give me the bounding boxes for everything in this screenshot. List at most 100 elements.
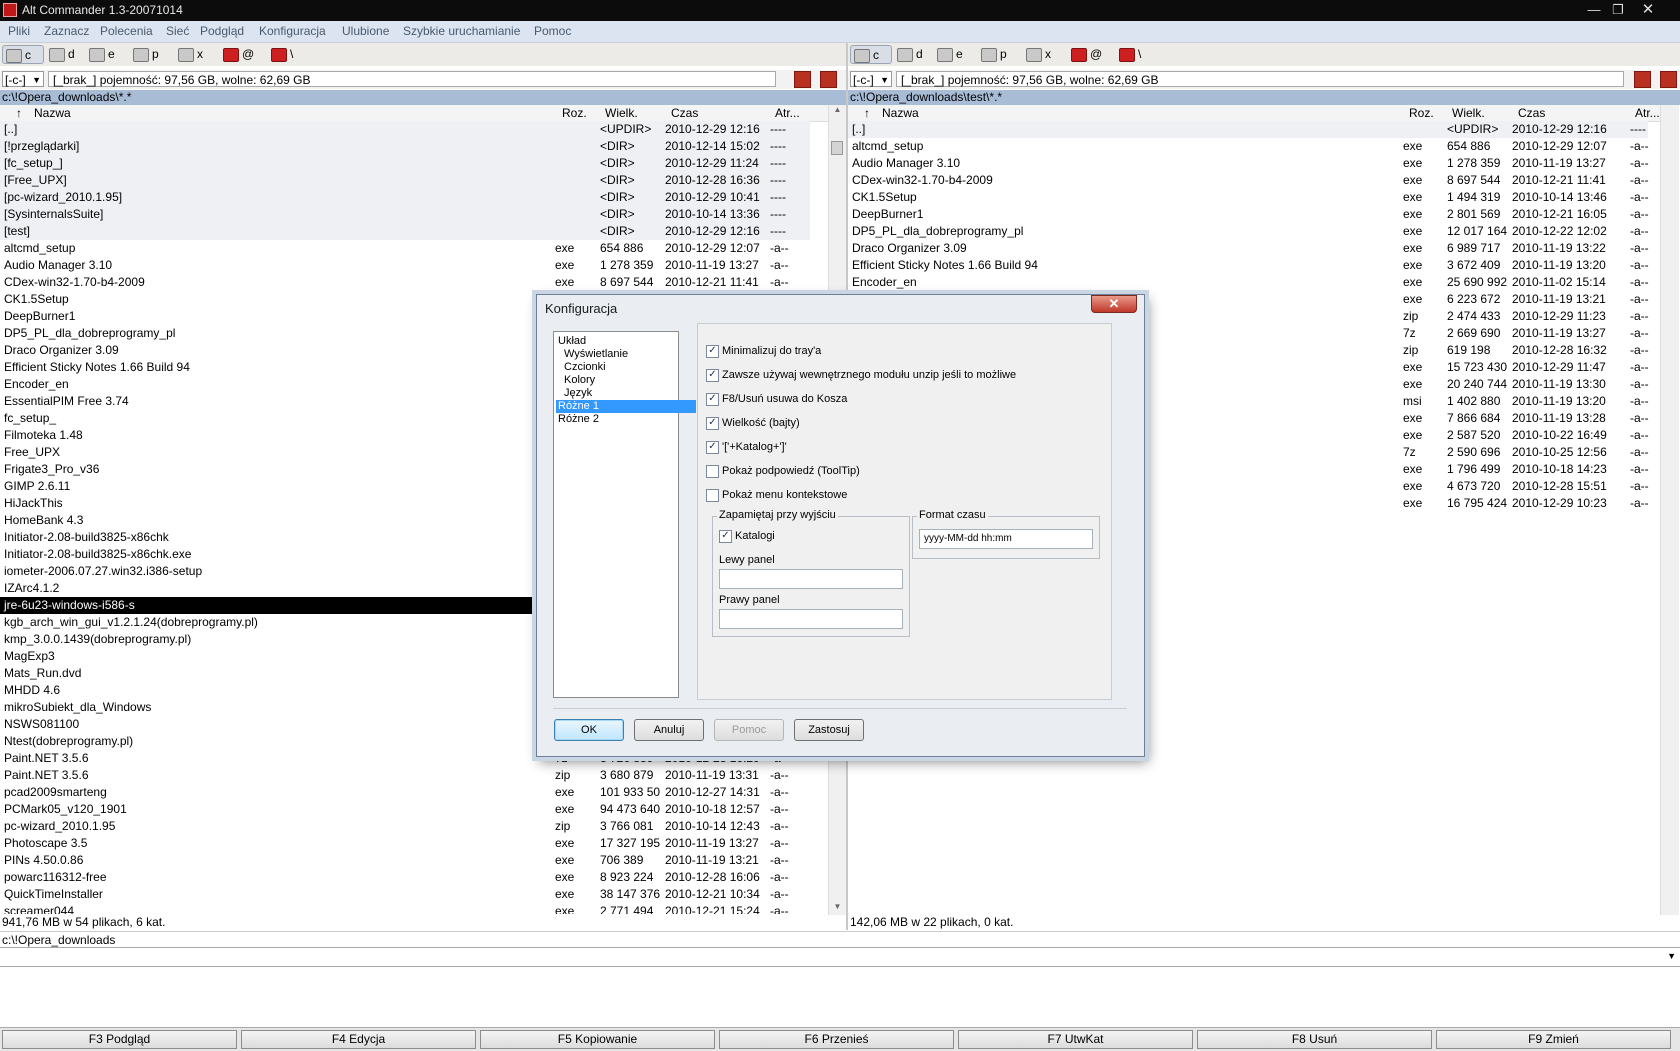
left-panel-field[interactable] <box>719 569 903 589</box>
apply-button[interactable]: Zastosuj <box>794 719 864 741</box>
drive-button-d[interactable]: d <box>894 45 932 64</box>
config-tree[interactable]: Układ Wyświetlanie Czcionki Kolory Język Różn… <box>553 331 696 698</box>
drive-button-root[interactable]: \ <box>1116 45 1154 64</box>
file-row[interactable]: CDex-win32-1.70-b4-2009 exe 8 697 544 2010-… <box>848 172 1660 189</box>
col-ext[interactable]: Roz. <box>562 106 587 120</box>
file-row[interactable]: Photoscape 3.5 exe 17 327 195 2010-11-19 13… <box>0 835 828 852</box>
file-row[interactable]: PCMark05_v120_1901 exe 94 473 640 2010-10-1… <box>0 801 828 818</box>
scroll-up-icon[interactable]: ▲ <box>829 105 846 114</box>
col-name[interactable]: Nazwa <box>882 106 919 120</box>
right-history-icon[interactable] <box>1660 71 1677 88</box>
drive-button-c[interactable]: c <box>850 45 892 64</box>
fkey-button[interactable]: F3 Podgląd <box>2 1030 237 1049</box>
col-time[interactable]: Czas <box>671 106 698 120</box>
drive-button-x[interactable]: x <box>175 45 213 64</box>
col-attr[interactable]: Atr... <box>775 106 800 120</box>
menu-item[interactable]: Polecenia <box>100 24 153 38</box>
checkbox[interactable]: ✓ <box>706 369 719 382</box>
file-row[interactable]: Audio Manager 3.10 exe 1 278 359 2010-11-19… <box>848 155 1660 172</box>
menu-item[interactable]: Podgląd <box>200 24 244 38</box>
drive-button-x[interactable]: x <box>1023 45 1061 64</box>
checkbox[interactable]: ✓ <box>706 441 719 454</box>
file-row[interactable]: [test] <DIR> 2010-12-29 12:16 ---- <box>0 223 810 240</box>
time-format-field[interactable]: yyyy-MM-dd hh:mm <box>919 529 1093 549</box>
tree-item[interactable]: Różne 1 <box>556 400 696 413</box>
file-row[interactable]: DeepBurner1 exe 2 801 569 2010-12-21 16:05 -… <box>848 206 1660 223</box>
checkbox[interactable]: ✓ <box>706 393 719 406</box>
file-row[interactable]: altcmd_setup exe 654 886 2010-12-29 12:07 -a… <box>0 240 828 257</box>
checkbox[interactable] <box>706 465 719 478</box>
right-drive-combo[interactable]: [-c-] ▼ <box>850 71 892 87</box>
restore-icon[interactable]: ❐ <box>1606 1 1630 19</box>
file-row[interactable]: altcmd_setup exe 654 886 2010-12-29 12:07 -a… <box>848 138 1660 155</box>
fkey-button[interactable]: F5 Kopiowanie <box>480 1030 715 1049</box>
right-favorites-icon[interactable] <box>1634 71 1651 88</box>
chevron-down-icon[interactable]: ▼ <box>1667 951 1676 961</box>
drive-button-d[interactable]: d <box>46 45 84 64</box>
file-row[interactable]: Encoder_en exe 25 690 992 2010-11-02 15:14 -… <box>848 274 1660 291</box>
scroll-down-icon[interactable]: ▼ <box>829 902 846 911</box>
fkey-button[interactable]: F8 Usuń <box>1197 1030 1432 1049</box>
help-button[interactable]: Pomoc <box>714 719 784 741</box>
close-icon[interactable]: ✕ <box>1636 1 1660 19</box>
file-row[interactable]: [pc-wizard_2010.1.95] <DIR> 2010-12-29 10:… <box>0 189 810 206</box>
menu-item[interactable]: Pliki <box>8 24 30 38</box>
left-drive-combo[interactable]: [-c-] ▼ <box>2 71 44 87</box>
file-row[interactable]: DP5_PL_dla_dobreprogramy_pl exe 12 017 164… <box>848 223 1660 240</box>
file-row[interactable]: pcad2009smarteng exe 101 933 50 2010-12-27 … <box>0 784 828 801</box>
drive-button-e[interactable]: e <box>934 45 972 64</box>
menu-item[interactable]: Sieć <box>166 24 189 38</box>
col-size[interactable]: Wielk. <box>605 106 638 120</box>
right-scrollbar[interactable] <box>1660 105 1679 915</box>
file-row[interactable]: CK1.5Setup exe 1 494 319 2010-10-14 13:46 -a… <box>848 189 1660 206</box>
menu-item[interactable]: Pomoc <box>534 24 571 38</box>
file-row[interactable]: CDex-win32-1.70-b4-2009 exe 8 697 544 2010-… <box>0 274 828 291</box>
file-row[interactable]: [fc_setup_] <DIR> 2010-12-29 11:24 ---- <box>0 155 810 172</box>
menu-item[interactable]: Szybkie uruchamianie <box>403 24 520 38</box>
checkbox[interactable]: ✓ <box>706 345 719 358</box>
checkbox[interactable] <box>706 489 719 502</box>
drive-button-c[interactable]: c <box>2 45 44 64</box>
file-row[interactable]: screamer044 exe 2 771 494 2010-12-21 15:24-… <box>0 903 828 914</box>
file-row[interactable]: pc-wizard_2010.1.95 zip 3 766 081 2010-10-1… <box>0 818 828 835</box>
tree-item[interactable]: Kolory <box>564 374 595 387</box>
tree-item[interactable]: Różne 2 <box>558 413 599 426</box>
file-row[interactable]: [SysinternalsSuite] <DIR> 2010-10-14 13:36… <box>0 206 810 223</box>
file-row[interactable]: QuickTimeInstaller exe 38 147 376 2010-12-2… <box>0 886 828 903</box>
file-row[interactable]: powarc116312-free exe 8 923 224 2010-12-28 … <box>0 869 828 886</box>
col-ext[interactable]: Roz. <box>1409 106 1434 120</box>
file-row[interactable]: Efficient Sticky Notes 1.66 Build 94 exe 3… <box>848 257 1660 274</box>
fkey-button[interactable]: F6 Przenieś <box>719 1030 954 1049</box>
drive-button-e[interactable]: e <box>86 45 124 64</box>
menu-item[interactable]: Konfiguracja <box>259 24 326 38</box>
drive-button-root[interactable]: \ <box>268 45 306 64</box>
tree-item[interactable]: Język <box>564 387 592 400</box>
drive-button-network[interactable]: @ <box>220 45 258 64</box>
tree-item[interactable]: Układ <box>558 335 586 348</box>
file-row[interactable]: [!przeglądarki] <DIR> 2010-12-14 15:02 ---- <box>0 138 810 155</box>
file-row[interactable]: Draco Organizer 3.09 exe 6 989 717 2010-11-… <box>848 240 1660 257</box>
left-history-icon[interactable] <box>820 71 837 88</box>
cancel-button[interactable]: Anuluj <box>634 719 704 741</box>
command-line-input[interactable]: ▼ <box>0 947 1680 967</box>
file-row[interactable]: Paint.NET 3.5.6 zip 3 680 879 2010-11-19 13… <box>0 767 828 784</box>
checkbox[interactable]: ✓ <box>706 417 719 430</box>
file-row[interactable]: PINs 4.50.0.86 exe 706 389 2010-11-19 13:21… <box>0 852 828 869</box>
col-name[interactable]: Nazwa <box>34 106 71 120</box>
col-attr[interactable]: Atr... <box>1635 106 1660 120</box>
menu-item[interactable]: Zaznacz <box>44 24 89 38</box>
left-scroll-thumb[interactable] <box>831 141 843 155</box>
left-favorites-icon[interactable] <box>794 71 811 88</box>
right-panel-field[interactable] <box>719 609 903 629</box>
menu-item[interactable]: Ulubione <box>342 24 389 38</box>
drive-button-p[interactable]: p <box>130 45 168 64</box>
col-size[interactable]: Wielk. <box>1452 106 1485 120</box>
file-row[interactable]: [..] <UPDIR> 2010-12-29 12:16 ---- <box>0 121 810 138</box>
minimize-icon[interactable]: — <box>1582 1 1606 19</box>
drive-button-network[interactable]: @ <box>1068 45 1106 64</box>
col-time[interactable]: Czas <box>1518 106 1545 120</box>
file-row[interactable]: [..] <UPDIR> 2010-12-29 12:16 ---- <box>848 121 1648 138</box>
dialog-close-icon[interactable]: ✕ <box>1091 295 1137 313</box>
file-row[interactable]: Audio Manager 3.10 exe 1 278 359 2010-11-19… <box>0 257 828 274</box>
fkey-button[interactable]: F9 Zmień <box>1436 1030 1671 1049</box>
